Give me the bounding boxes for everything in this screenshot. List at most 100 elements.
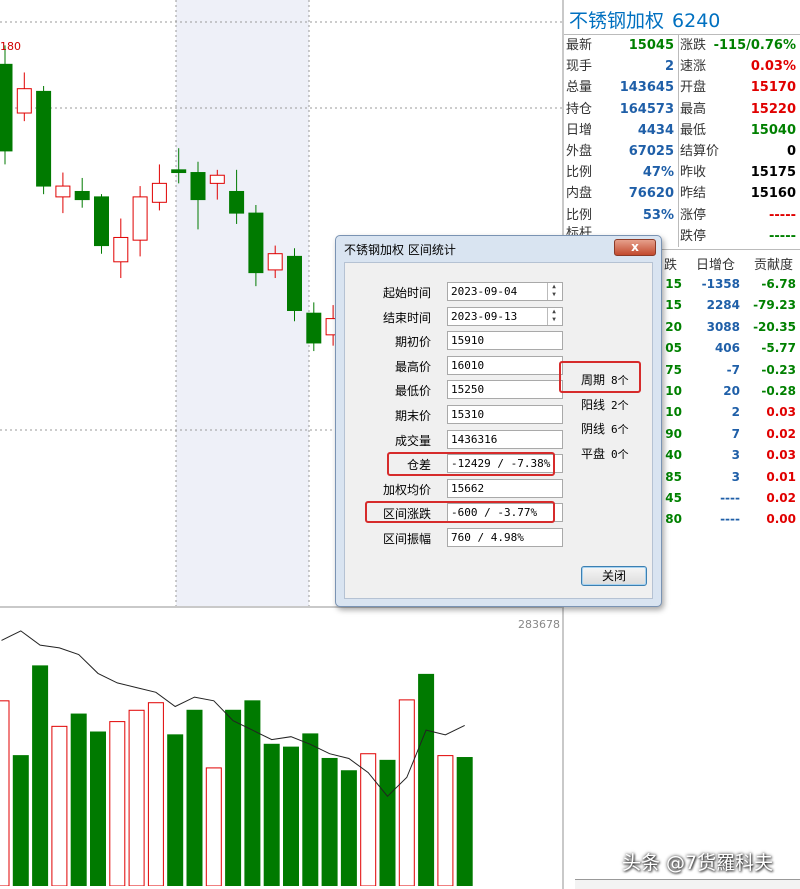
field-value: 760 / 4.98%	[447, 528, 563, 547]
arrow-up-icon[interactable]: ▲	[548, 283, 560, 291]
quote-label: 昨收	[680, 165, 707, 181]
quote-label: 最低	[680, 122, 707, 138]
table-cell: 45	[665, 491, 682, 505]
volume-bar	[12, 755, 29, 886]
candle-body	[306, 312, 322, 344]
table-cell: -7	[726, 362, 740, 377]
table-cell: 0.01	[766, 469, 796, 484]
table-cell: 80	[665, 512, 682, 527]
table-cell: 2284	[706, 298, 740, 313]
quote-label: 比例	[566, 165, 593, 181]
volume-bar	[456, 757, 473, 886]
quote-value: 76620	[628, 186, 674, 202]
volume-bar	[379, 759, 396, 886]
quote-label: 涨跌	[680, 38, 707, 53]
field-value: 15250	[447, 380, 563, 400]
close-icon[interactable]: x	[614, 239, 656, 256]
arrow-down-icon[interactable]: ▼	[548, 291, 560, 299]
table-cell: 40	[665, 448, 682, 463]
candle-body	[151, 182, 167, 203]
quote-row: 最高 15220	[680, 100, 796, 120]
field-value: 15910	[447, 331, 563, 351]
quote-label: 日增	[566, 122, 593, 138]
table-cell: 0.03	[766, 405, 796, 420]
arrow-down-icon[interactable]: ▼	[548, 316, 560, 324]
table-cell: 10	[665, 405, 682, 420]
quote-row: 持仓 164573	[566, 100, 674, 120]
stat-item: 平盘 0个	[581, 445, 629, 462]
table-cell: -0.23	[761, 362, 796, 377]
quote-label: 内盘	[566, 186, 593, 202]
table-cell: 20	[665, 319, 682, 334]
quote-row: 涨跌 -115/0.76%	[680, 36, 796, 56]
stat-value: 2个	[611, 398, 629, 412]
field-label: 期末价	[394, 409, 431, 423]
volume-bar	[340, 770, 357, 886]
quote-label: 总量	[566, 80, 593, 96]
table-cell: 7	[731, 426, 740, 441]
divider	[678, 35, 679, 247]
quote-label: 结算价	[680, 144, 720, 159]
table-cell: 15	[665, 298, 682, 313]
volume-chart[interactable]	[0, 610, 562, 886]
quote-row: 比例 47%	[566, 163, 674, 183]
candle-body	[94, 196, 109, 247]
quote-value: -----	[769, 228, 796, 244]
field-label: 加权均价	[382, 482, 431, 497]
dialog-body: 起始时间 2023-09-04 ▲ ▼ 结束时间 2023-09-13 ▲ ▼ 期初价 15910…	[344, 262, 653, 599]
volume-bar	[205, 767, 222, 886]
volume-bar	[128, 709, 145, 886]
table-header: 跌	[664, 258, 678, 273]
table-cell: -1358	[701, 277, 740, 291]
bottom-tab-strip[interactable]	[575, 879, 800, 889]
stat-label: 阳线	[581, 397, 606, 412]
range-stats-dialog: 不锈钢加权 区间统计 x 起始时间 2023-09-04 ▲ ▼ 结束时间 2023-09…	[335, 235, 662, 607]
volume-bar	[51, 725, 68, 886]
quote-label: 比例	[566, 207, 593, 223]
quote-value: 15040	[750, 122, 796, 138]
quote-label: 速涨	[680, 59, 707, 75]
spinner-control[interactable]: ▲ ▼	[547, 307, 560, 325]
table-cell: 10	[665, 384, 682, 398]
arrow-up-icon[interactable]: ▲	[548, 308, 560, 316]
table-cell: 2	[731, 405, 740, 420]
table-cell: -20.35	[753, 319, 796, 334]
quote-value: -115/0.76%	[713, 38, 796, 53]
volume-bar	[0, 700, 10, 886]
table-cell: 3088	[706, 319, 740, 334]
quote-row: 速涨 0.03%	[680, 57, 796, 77]
table-cell: 0.02	[766, 426, 796, 441]
stat-item: 阴线 6个	[581, 420, 629, 437]
field-label: 区间振幅	[382, 532, 431, 546]
quote-row: 跌停 -----	[680, 227, 796, 247]
volume-bar	[186, 709, 203, 886]
volume-bar	[263, 743, 280, 886]
candle-body	[287, 255, 302, 311]
quote-value: 143645	[619, 80, 674, 96]
table-cell: 0.02	[766, 491, 796, 505]
quote-row: 涨停 -----	[680, 206, 796, 226]
quote-label: 跌停	[680, 228, 707, 244]
field-label: 成交量	[394, 433, 431, 448]
price-axis-label: 180	[0, 40, 21, 53]
volume-bar	[70, 713, 87, 886]
field-label: 结束时间	[382, 310, 431, 325]
candle-body	[132, 196, 148, 241]
candle-body	[0, 63, 13, 152]
spinner-control[interactable]: ▲ ▼	[547, 283, 560, 300]
field-value: 15310	[447, 405, 563, 424]
table-cell: 75	[665, 362, 682, 377]
quote-label: 开盘	[680, 80, 707, 96]
quote-value: 4434	[637, 122, 674, 138]
close-button[interactable]: 关闭	[581, 566, 647, 586]
table-header: 贡献度	[754, 258, 794, 273]
quote-label: 涨停	[680, 207, 707, 223]
date-input[interactable]: 2023-09-13 ▲ ▼	[447, 306, 563, 326]
volume-bar	[418, 673, 435, 886]
candle-body	[190, 172, 206, 201]
quote-row: 最新 15045	[566, 36, 674, 56]
candle-body	[209, 174, 225, 184]
volume-bars	[0, 665, 473, 886]
date-input[interactable]: 2023-09-04 ▲ ▼	[447, 282, 563, 301]
candle-body	[229, 190, 245, 214]
